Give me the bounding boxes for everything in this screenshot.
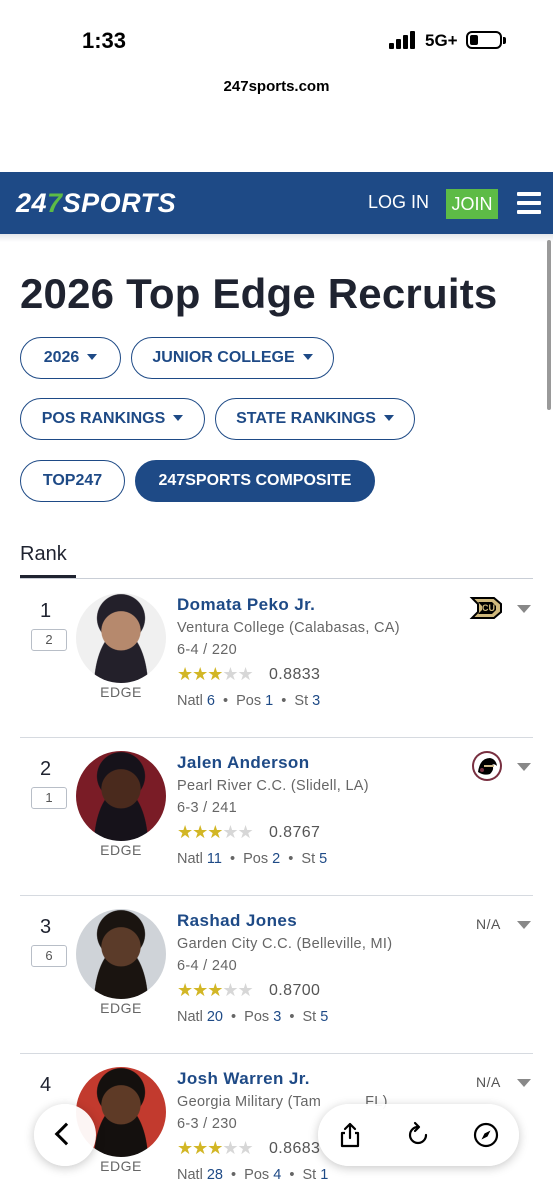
previous-rank-badge: 2 <box>31 629 67 651</box>
composite-rating: 0.8767 <box>269 824 321 841</box>
player-name-link[interactable]: Josh Warren Jr. <box>177 1069 310 1089</box>
previous-rank-badge: 6 <box>31 945 67 967</box>
pos-rankings-dropdown[interactable]: POS RANKINGS <box>20 398 205 440</box>
rank-breakdown: Natl 11 • Pos 2 • St 5 <box>177 851 328 867</box>
state-rank-link[interactable]: 5 <box>319 851 327 867</box>
player-measurements: 6-4 / 220 <box>177 642 237 658</box>
star-rating-icon: ★★★★★ <box>177 664 254 684</box>
recruit-row[interactable]: 2 1 EDGE Jalen Anderson Pearl River C.C.… <box>20 738 533 896</box>
natl-rank-link[interactable]: 28 <box>207 1167 223 1183</box>
login-link[interactable]: LOG IN <box>368 192 429 213</box>
reload-icon[interactable] <box>404 1121 432 1149</box>
back-button[interactable] <box>34 1104 96 1166</box>
player-school: Pearl River C.C. (Slidell, LA) <box>177 778 369 794</box>
commitment-na: N/A <box>476 916 501 932</box>
position-label: EDGE <box>100 842 142 858</box>
pos-rank-link[interactable]: 1 <box>265 693 273 709</box>
join-button[interactable]: JOIN <box>446 189 498 219</box>
natl-rank-link[interactable]: 20 <box>207 1009 223 1025</box>
player-measurements: 6-3 / 241 <box>177 800 237 816</box>
year-filter-dropdown[interactable]: 2026 <box>20 337 121 379</box>
expand-chevron-icon[interactable] <box>517 921 531 929</box>
colorado-logo: CU <box>469 597 502 619</box>
pos-rank-link[interactable]: 3 <box>273 1009 281 1025</box>
player-school: Garden City C.C. (Belleville, MI) <box>177 936 393 952</box>
tab-rank[interactable]: Rank <box>20 543 67 566</box>
position-label: EDGE <box>100 1158 142 1174</box>
player-name-link[interactable]: Rashad Jones <box>177 911 297 931</box>
247sports-logo[interactable]: 247SPORTS <box>16 188 176 219</box>
status-bar: 1:33 5G+ <box>0 0 553 80</box>
player-name-link[interactable]: Jalen Anderson <box>177 753 310 773</box>
pos-rank-link[interactable]: 2 <box>272 851 280 867</box>
battery-icon <box>466 31 506 49</box>
share-icon[interactable] <box>336 1121 364 1149</box>
rank-number: 4 <box>40 1074 52 1096</box>
status-time: 1:33 <box>82 28 127 53</box>
expand-chevron-icon[interactable] <box>517 763 531 771</box>
url-bar[interactable]: 247sports.com <box>0 78 553 95</box>
star-rating-icon: ★★★★★ <box>177 980 254 1000</box>
pos-rank-link[interactable]: 4 <box>273 1167 281 1183</box>
previous-rank-badge: 1 <box>31 787 67 809</box>
star-rating-icon: ★★★★★ <box>177 822 254 842</box>
commitment-na: N/A <box>476 1074 501 1090</box>
rank-number: 3 <box>40 916 52 938</box>
position-label: EDGE <box>100 684 142 700</box>
site-header: 247SPORTS LOG IN JOIN <box>0 172 553 234</box>
player-measurements: 6-4 / 240 <box>177 958 237 974</box>
recruit-row[interactable]: 3 6 EDGE Rashad Jones Garden City C.C. (… <box>20 896 533 1054</box>
svg-text:CU: CU <box>482 603 495 613</box>
expand-chevron-icon[interactable] <box>517 605 531 613</box>
player-avatar[interactable] <box>76 593 166 683</box>
scrollbar[interactable] <box>547 240 551 410</box>
state-rank-link[interactable]: 5 <box>320 1009 328 1025</box>
position-label: EDGE <box>100 1000 142 1016</box>
top247-button[interactable]: TOP247 <box>20 460 125 502</box>
header-shadow <box>0 234 553 242</box>
rank-breakdown: Natl 20 • Pos 3 • St 5 <box>177 1009 329 1025</box>
chevron-down-icon <box>302 354 313 360</box>
chevron-down-icon <box>87 354 98 360</box>
page-title: 2026 Top Edge Recruits <box>20 270 498 317</box>
rank-number: 1 <box>40 600 52 622</box>
composite-rating: 0.8683 <box>269 1140 321 1157</box>
florida-state-logo <box>472 751 502 781</box>
player-avatar[interactable] <box>76 909 166 999</box>
composite-rating: 0.8833 <box>269 666 321 683</box>
chevron-left-icon <box>54 1122 78 1146</box>
natl-rank-link[interactable]: 11 <box>207 851 222 867</box>
compass-icon[interactable] <box>472 1121 500 1149</box>
player-school: Ventura College (Calabasas, CA) <box>177 620 400 636</box>
state-rank-link[interactable]: 3 <box>312 693 320 709</box>
natl-rank-link[interactable]: 6 <box>207 693 215 709</box>
state-rank-link[interactable]: 1 <box>320 1167 328 1183</box>
rank-breakdown: Natl 6 • Pos 1 • St 3 <box>177 693 321 709</box>
state-rankings-dropdown[interactable]: STATE RANKINGS <box>215 398 415 440</box>
level-filter-dropdown[interactable]: JUNIOR COLLEGE <box>131 337 334 379</box>
composite-rating: 0.8700 <box>269 982 321 999</box>
signal-icon <box>389 31 419 49</box>
chevron-down-icon <box>383 415 394 421</box>
hamburger-menu-icon[interactable] <box>517 192 541 214</box>
composite-button[interactable]: 247SPORTS COMPOSITE <box>135 460 375 502</box>
player-measurements: 6-3 / 230 <box>177 1116 237 1132</box>
star-rating-icon: ★★★★★ <box>177 1138 254 1158</box>
network-type: 5G+ <box>425 31 458 50</box>
expand-chevron-icon[interactable] <box>517 1079 531 1087</box>
browser-toolbar <box>318 1104 519 1166</box>
chevron-down-icon <box>173 415 184 421</box>
rank-breakdown: Natl 28 • Pos 4 • St 1 <box>177 1167 329 1183</box>
player-avatar[interactable] <box>76 751 166 841</box>
player-name-link[interactable]: Domata Peko Jr. <box>177 595 315 615</box>
divider <box>20 578 533 579</box>
rank-number: 2 <box>40 758 52 780</box>
recruit-row[interactable]: 1 2 EDGE Domata Peko Jr. Ventura College… <box>20 580 533 738</box>
